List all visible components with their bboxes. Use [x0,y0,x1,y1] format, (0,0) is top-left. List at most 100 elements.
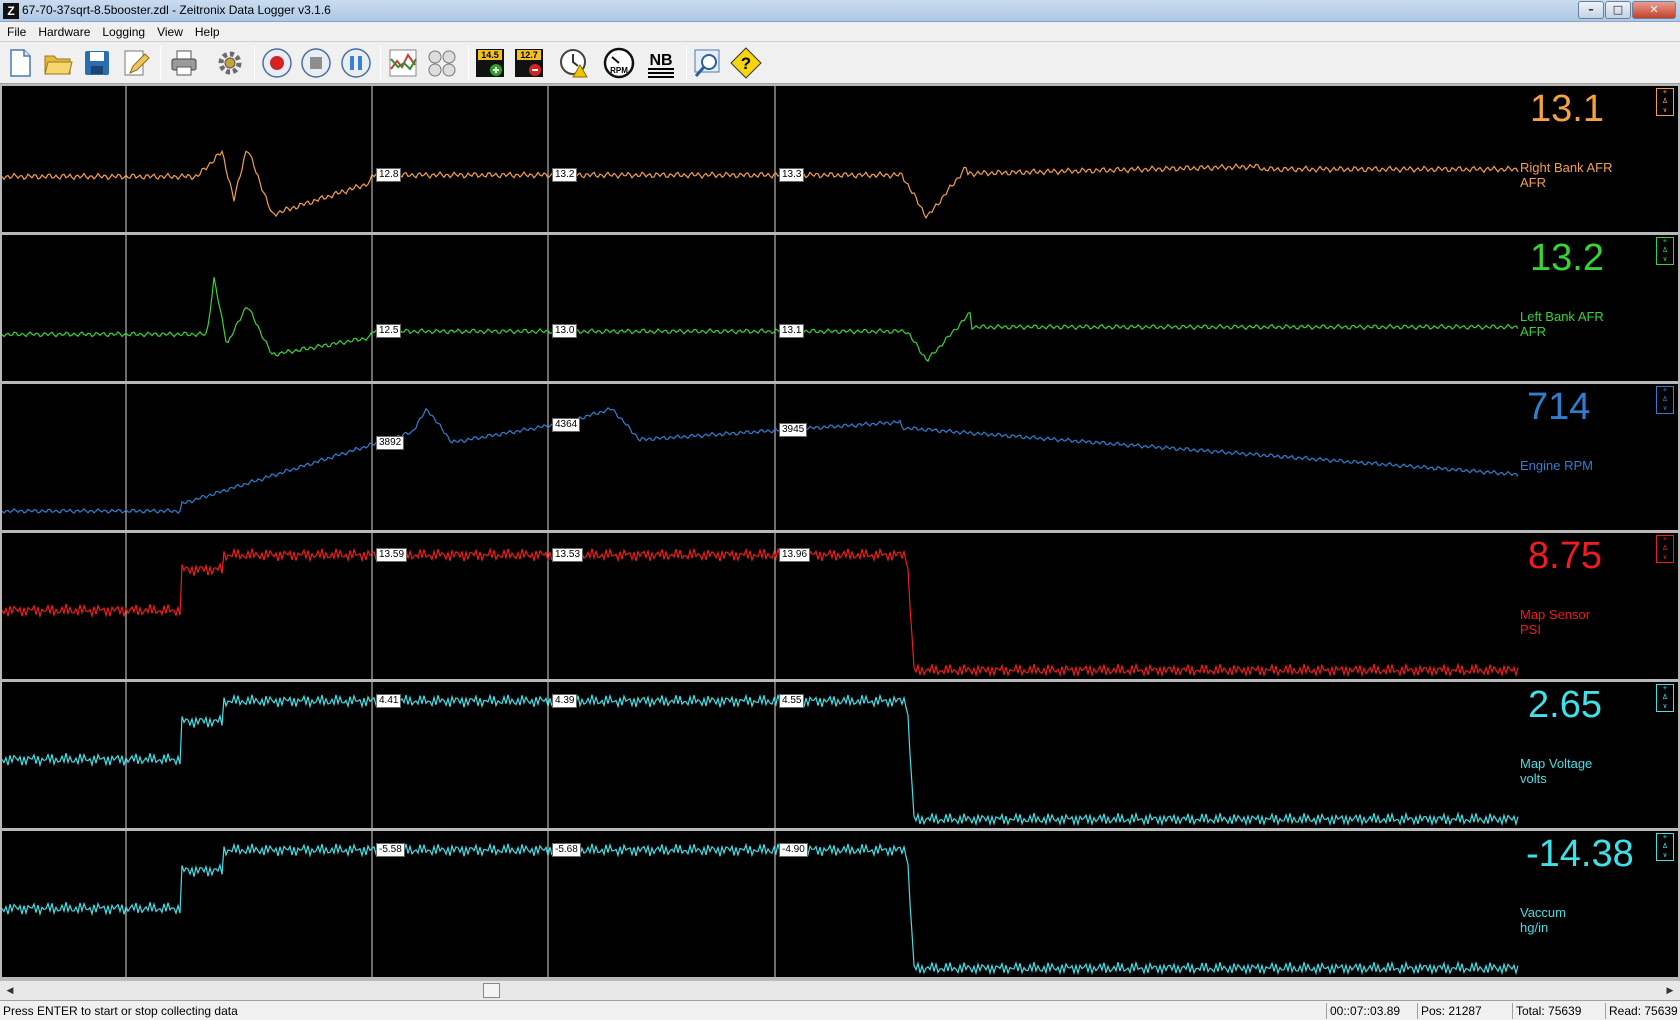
panel-controls: + Δ ∨ [1656,535,1674,563]
afr-target-minus-button[interactable]: 12.7 [511,45,547,81]
data-logger-window: Z 67-70-37sqrt-8.5booster.zdl - Zeitroni… [0,0,1680,1020]
channel-panel-right-bank-afr[interactable]: 12.8 13.2 13.3 13.1 Right Bank AFR AFR + Δ ∨ [2,86,1678,232]
record-button[interactable] [259,45,295,81]
channel-name: Map Voltage [1520,756,1593,771]
trace-plot-engine-rpm[interactable] [2,384,1678,530]
status-total: Total: 75639 [1512,1003,1581,1019]
svg-text:14.5: 14.5 [481,50,499,60]
trace-plot-map-voltage[interactable] [2,682,1678,828]
cursor-value-label: 13.96 [779,547,811,562]
minimize-button[interactable]: – [1578,1,1604,19]
scroll-left-arrow[interactable]: ◀ [2,983,18,999]
status-bar: Press ENTER to start or stop collecting … [0,1000,1680,1020]
status-message: Press ENTER to start or stop collecting … [3,1004,238,1018]
help-button[interactable]: ? [728,45,764,81]
status-time: 00::07::03.89 [1326,1003,1400,1019]
scale-down-icon[interactable]: ∨ [1657,405,1673,414]
horizontal-scrollbar[interactable]: ◀ ▶ [0,980,1680,1000]
trace-line-map-voltage [2,693,1519,827]
cursor-value-label: 13.59 [376,547,408,562]
svg-text:12.7: 12.7 [520,50,538,60]
svg-text:RPM: RPM [610,66,628,75]
pause-icon [341,48,371,78]
new-file-button[interactable] [2,45,38,81]
close-button[interactable]: ✕ [1632,1,1676,19]
maximize-button[interactable]: □ [1605,1,1631,19]
trace-plot-right-bank-afr[interactable] [2,86,1678,232]
channel-panel-map-voltage[interactable]: 4.41 4.39 4.55 2.65 Map Voltage volts + Δ ∨ [2,682,1678,828]
svg-text:?: ? [741,54,751,73]
menu-help[interactable]: Help [189,22,226,39]
rpm-gauge-icon: RPM [603,47,635,79]
toolbar-separator [468,46,469,80]
record-icon [262,48,292,78]
print-button[interactable] [166,45,202,81]
afr-target-plus-icon: 14.5 [476,49,504,77]
toolbar-separator [686,46,687,80]
scale-down-icon[interactable]: ∨ [1657,554,1673,563]
timer-warning-icon [560,49,588,78]
channel-panel-engine-rpm[interactable]: 3892 4364 3945 714 Engine RPM + Δ ∨ [2,384,1678,530]
toolbar-separator [380,46,381,80]
channel-label: Right Bank AFR AFR [1520,160,1613,190]
trace-line-map-sensor [2,547,1519,678]
afr-target-plus-button[interactable]: 14.5 [472,45,508,81]
menu-file[interactable]: File [0,22,32,39]
scale-down-icon[interactable]: ∨ [1657,703,1673,712]
trace-plot-left-bank-afr[interactable] [2,235,1678,381]
cursor-value-label: 4364 [552,418,581,433]
scale-down-icon[interactable]: ∨ [1657,852,1673,861]
panel-controls: + Δ ∨ [1656,237,1674,265]
gauges-button[interactable] [424,45,460,81]
channel-panel-vaccum[interactable]: -5.58 -5.68 -4.90 -14.38 Vaccum hg/in + Δ ∨ [2,831,1678,977]
settings-button[interactable] [212,45,248,81]
channel-current-value: -14.38 [1526,833,1634,875]
panel-controls: + Δ ∨ [1656,684,1674,712]
save-disk-icon [85,51,109,75]
channel-unit: AFR [1520,324,1546,339]
open-folder-icon [44,55,73,75]
scroll-right-arrow[interactable]: ▶ [1662,983,1678,999]
save-button[interactable] [79,45,115,81]
nb-button[interactable]: NB [643,45,679,81]
cursor-value-label: 4.39 [552,693,578,708]
cursor-value-label: -5.58 [376,842,405,857]
menu-logging[interactable]: Logging [96,22,151,39]
trace-line-engine-rpm [2,407,1519,514]
zoom-chart-button[interactable] [690,45,726,81]
timer-warning-button[interactable] [556,45,592,81]
scroll-thumb[interactable] [483,983,500,998]
cursor-value-label: -4.90 [779,842,808,857]
channel-panel-left-bank-afr[interactable]: 12.5 13.0 13.1 13.2 Left Bank AFR AFR + Δ ∨ [2,235,1678,381]
cursor-value-label: 4.55 [779,693,805,708]
channel-current-value: 13.1 [1530,88,1604,130]
window-title: 67-70-37sqrt-8.5booster.zdl - Zeitronix … [22,3,331,17]
channel-label: Vaccum hg/in [1520,905,1566,935]
gauges-icon [428,50,456,77]
menu-hardware[interactable]: Hardware [32,22,96,39]
toolbar: 14.5 12.7 RPM NB ? [0,42,1680,84]
scale-down-icon[interactable]: ∨ [1657,256,1673,265]
channel-label: Left Bank AFR AFR [1520,309,1604,339]
channel-panel-map-sensor[interactable]: 13.59 13.53 13.96 8.75 Map Sensor PSI + Δ ∨ [2,533,1678,679]
trace-line-left-bank-afr [2,277,1519,363]
channel-label: Engine RPM [1520,458,1593,473]
graph-button[interactable] [385,45,421,81]
trace-plot-map-sensor[interactable] [2,533,1678,679]
rpm-gauge-button[interactable]: RPM [601,45,637,81]
settings-gear-icon [218,51,242,75]
app-logo-icon[interactable]: Z [3,3,19,19]
trace-plot-vaccum[interactable] [2,831,1678,977]
title-bar: Z 67-70-37sqrt-8.5booster.zdl - Zeitroni… [0,0,1680,22]
status-read: Read: 75639 [1605,1003,1678,1019]
menu-view[interactable]: View [151,22,189,39]
channel-current-value: 2.65 [1528,684,1602,726]
pause-button[interactable] [338,45,374,81]
stop-icon [301,48,331,78]
window-controls: – □ ✕ [1577,1,1676,19]
open-button[interactable] [40,45,76,81]
edit-button[interactable] [118,45,154,81]
trace-line-right-bank-afr [2,149,1519,220]
scale-down-icon[interactable]: ∨ [1657,107,1673,116]
stop-button[interactable] [298,45,334,81]
